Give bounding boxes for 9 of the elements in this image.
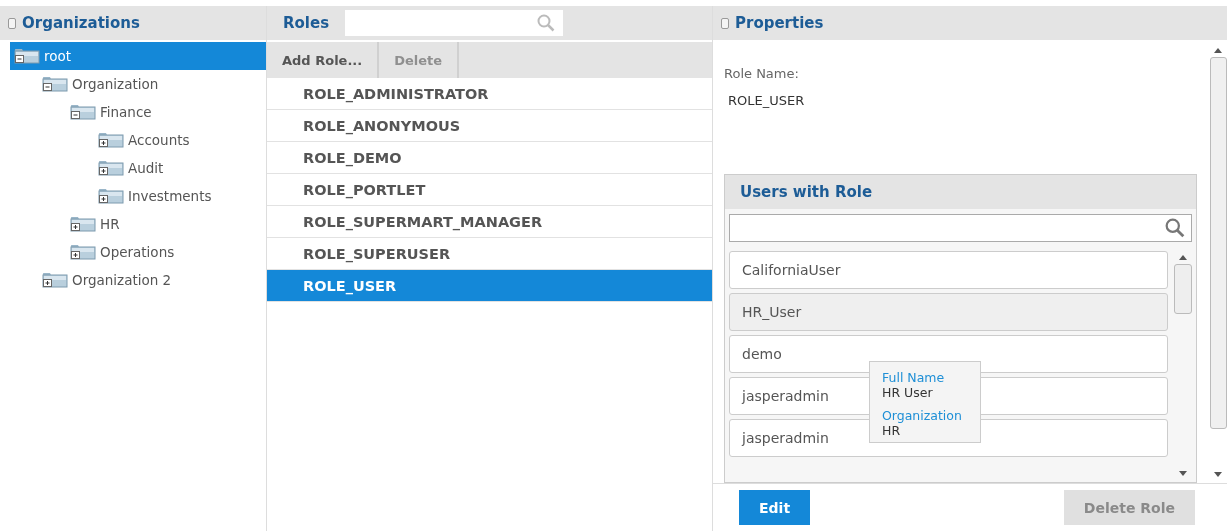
tooltip-value: HR	[882, 423, 902, 438]
panel-title: Organizations	[22, 14, 140, 32]
tooltip-value: HR User	[882, 385, 934, 400]
field-label: Role Name:	[724, 66, 800, 81]
panel-title: Roles	[283, 14, 330, 32]
panel-title: Properties	[735, 14, 824, 32]
field-value: ROLE_USER	[728, 93, 806, 108]
tooltip-label: Full Name	[882, 370, 946, 385]
users-panel-title: Users with Role	[725, 175, 1196, 209]
